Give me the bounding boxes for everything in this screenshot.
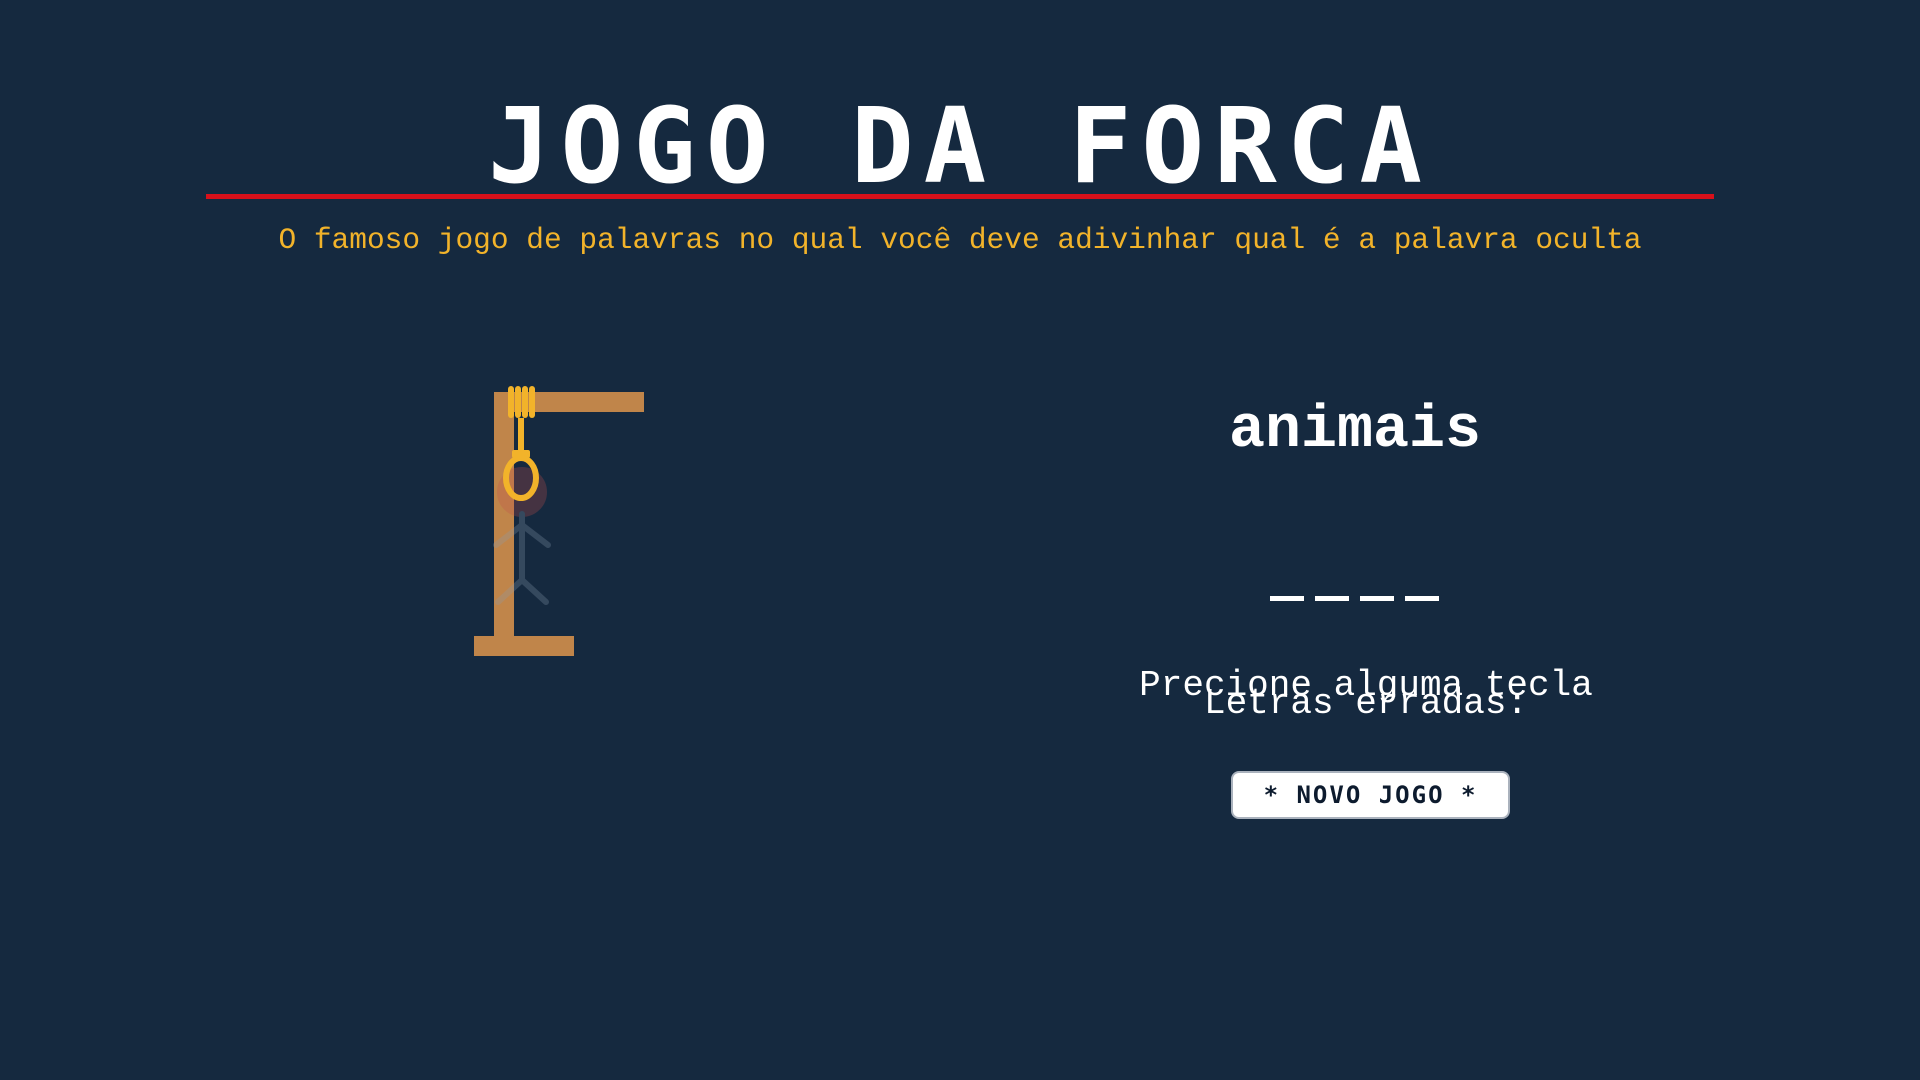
letter-slot [1360,596,1394,601]
hidden-word [1270,596,1439,601]
letter-slot [1405,596,1439,601]
game-subtitle: O famoso jogo de palavras no qual você d… [278,223,1642,257]
game-title: JOGO DA FORCA [488,85,1432,207]
new-game-button[interactable]: * NOVO JOGO * [1231,771,1510,819]
gallows-icon [474,386,644,656]
letter-slot [1315,596,1349,601]
letter-slot [1270,596,1304,601]
gallows-base [474,636,574,656]
category-label: animais [1228,397,1482,465]
wrong-letters-label: Letras erradas: [1203,683,1529,724]
gallows-area [470,380,650,660]
title-divider [206,194,1714,199]
